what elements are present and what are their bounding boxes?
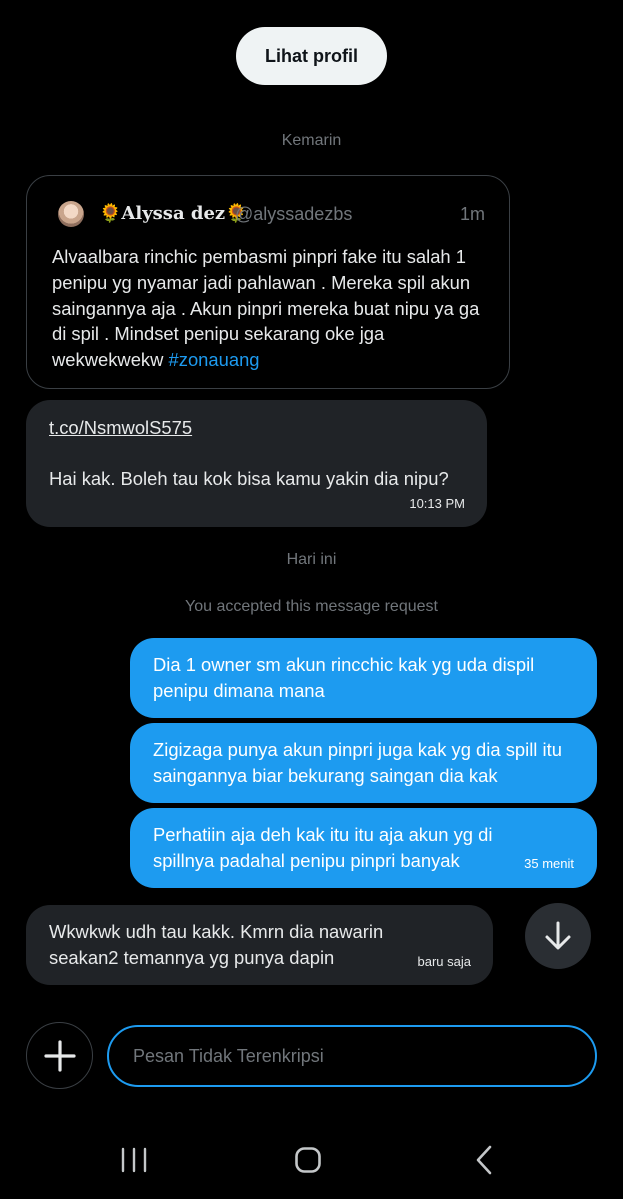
message-timestamp: baru saja — [417, 954, 471, 969]
quoted-post-time: 1m — [459, 204, 485, 224]
message-link[interactable]: t.co/NsmwolS575 — [49, 415, 192, 441]
add-media-button[interactable] — [26, 1022, 93, 1089]
back-icon — [476, 1145, 492, 1175]
message-input[interactable] — [107, 1025, 597, 1087]
date-divider-yesterday: Kemarin — [281, 132, 342, 149]
quoted-post-handle: @alyssadezbs — [235, 204, 353, 224]
recent-apps-icon — [121, 1147, 147, 1173]
home-icon — [295, 1147, 321, 1173]
message-bubble-outgoing[interactable]: Dia 1 owner sm akun rincchic kak yg uda … — [130, 638, 597, 718]
quoted-post-author-name: 🌻Alyssa dez🌻 — [99, 203, 248, 224]
message-text: Dia 1 owner sm akun rincchic kak yg uda … — [153, 654, 535, 701]
message-bubble-incoming[interactable]: t.co/NsmwolS575 Hai kak. Boleh tau kok b… — [26, 400, 487, 527]
plus-icon — [43, 1039, 76, 1072]
view-profile-button[interactable]: Lihat profil — [236, 27, 387, 85]
message-bubble-incoming[interactable]: Wkwkwk udh tau kakk. Kmrn dia nawarin se… — [26, 905, 493, 985]
message-timestamp: 10:13 PM — [409, 496, 465, 511]
arrow-down-icon — [545, 921, 571, 950]
avatar[interactable] — [58, 201, 84, 227]
message-text: Wkwkwk udh tau kakk. Kmrn dia nawarin se… — [49, 921, 384, 968]
home-button[interactable] — [288, 1140, 328, 1180]
quoted-post-body: Alvaalbara rinchic pembasmi pinpri fake … — [52, 246, 480, 371]
recent-apps-button[interactable] — [114, 1140, 154, 1180]
message-bubble-outgoing[interactable]: Zigizaga punya akun pinpri juga kak yg d… — [130, 723, 597, 803]
back-button[interactable] — [464, 1140, 504, 1180]
quoted-post-text: Alvaalbara rinchic pembasmi pinpri fake … — [52, 244, 492, 373]
message-timestamp: 35 menit — [524, 856, 574, 871]
date-divider-today: Hari ini — [286, 551, 337, 568]
message-text: Zigizaga punya akun pinpri juga kak yg d… — [153, 739, 562, 786]
quoted-post-card[interactable]: 🌻Alyssa dez🌻 @alyssadezbs 1m Alvaalbara … — [26, 175, 510, 389]
message-text: Hai kak. Boleh tau kok bisa kamu yakin d… — [49, 468, 449, 489]
message-text: Perhatiin aja deh kak itu itu aja akun y… — [153, 824, 493, 871]
scroll-to-bottom-button[interactable] — [525, 903, 591, 969]
message-bubble-outgoing[interactable]: Perhatiin aja deh kak itu itu aja akun y… — [130, 808, 597, 888]
system-notice: You accepted this message request — [185, 598, 438, 615]
hashtag-link[interactable]: #zonauang — [169, 349, 260, 370]
dm-conversation-screen: Lihat profil Kemarin 🌻Alyssa dez🌻 @alyss… — [0, 0, 623, 1199]
